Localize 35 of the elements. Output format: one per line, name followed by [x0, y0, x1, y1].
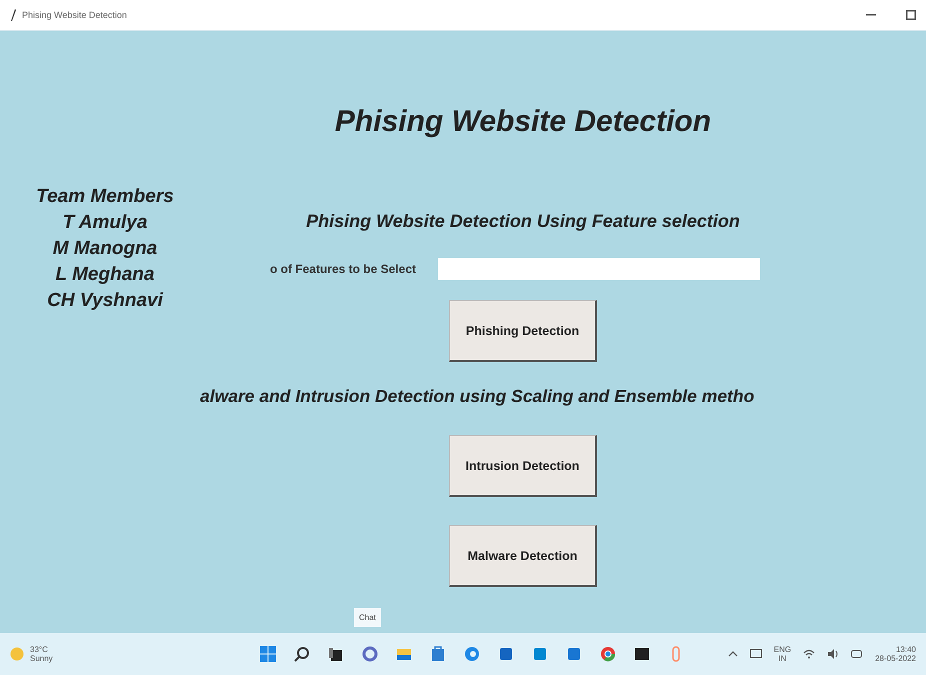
features-input[interactable]: [438, 258, 760, 280]
phishing-detection-button[interactable]: Phishing Detection: [449, 300, 597, 362]
search-icon[interactable]: [294, 646, 310, 662]
detection-button[interactable]: Malware Detection: [449, 525, 597, 587]
display-icon[interactable]: [750, 649, 762, 659]
tooltip: Chat: [354, 608, 381, 627]
time-text[interactable]: 13:40: [896, 645, 916, 654]
store-icon[interactable]: [430, 646, 446, 662]
region-text[interactable]: IN: [778, 654, 786, 663]
team-member-text: CH Vyshnavi: [47, 289, 163, 313]
detection-button[interactable]: Intrusion Detection: [449, 435, 597, 497]
date-text[interactable]: 28-05-2022: [875, 654, 916, 663]
weather-text: Sunny: [30, 654, 53, 663]
folder-icon[interactable]: [396, 646, 412, 662]
terminal-icon[interactable]: [634, 646, 650, 662]
chrome-icon[interactable]: [600, 646, 616, 662]
window-title: Phising Website Detection: [22, 10, 127, 20]
wifi-icon[interactable]: [803, 649, 816, 659]
team-member-text: T Amulya: [62, 211, 148, 235]
section-title: Phising Website Detection Using Feature selection: [306, 211, 740, 232]
minimize-icon[interactable]: [866, 14, 876, 16]
battery-icon[interactable]: [851, 649, 864, 659]
chevron-up-icon[interactable]: [728, 651, 738, 657]
language-text[interactable]: ENG: [774, 645, 792, 654]
maximize-icon[interactable]: [906, 10, 916, 20]
task-view-icon[interactable]: [328, 646, 344, 662]
app-heading: Phising Website Detection: [334, 105, 712, 139]
team-member-text: M Manogna: [52, 237, 158, 261]
field-label: o of Features to be Select: [268, 262, 416, 276]
speaker-icon[interactable]: [827, 649, 840, 659]
section-title: alware and Intrusion Detection using Scaling and Ensemble metho: [200, 386, 754, 407]
temperature-text: 33°C: [30, 645, 49, 654]
start-icon[interactable]: [260, 646, 276, 662]
team-member-text: L Meghana: [56, 263, 154, 287]
team-member-text: Team Members: [36, 185, 174, 209]
